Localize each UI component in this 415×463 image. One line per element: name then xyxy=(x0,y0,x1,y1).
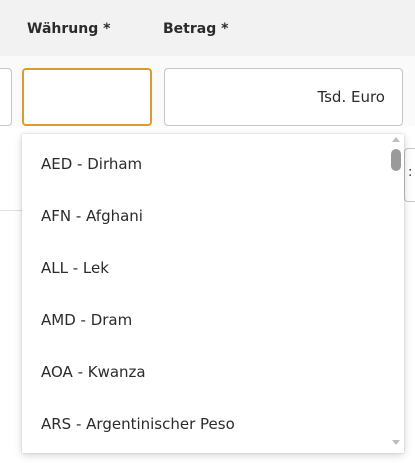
amount-field[interactable]: Tsd. Euro xyxy=(164,68,403,126)
scrollbar-thumb[interactable] xyxy=(391,149,401,171)
currency-option[interactable]: ARS - Argentinischer Peso xyxy=(22,398,388,450)
next-field-fragment: : xyxy=(408,165,413,180)
scroll-up-arrow-icon[interactable] xyxy=(392,137,400,142)
currency-dropdown-list[interactable]: AED - Dirham AFN - Afghani ALL - Lek AMD… xyxy=(22,134,404,453)
currency-option[interactable]: ALL - Lek xyxy=(22,242,388,294)
currency-option[interactable]: AFN - Afghani xyxy=(22,190,388,242)
amount-column-label: Betrag * xyxy=(163,21,229,37)
currency-option[interactable]: AOA - Kwanza xyxy=(22,346,388,398)
dropdown-scrollbar[interactable] xyxy=(388,134,404,453)
page: Währung * Betrag * Tsd. Euro : AED - Dir… xyxy=(0,0,415,463)
currency-option[interactable]: AED - Dirham xyxy=(22,138,388,190)
table-header: Währung * Betrag * xyxy=(0,0,415,56)
scroll-down-arrow-icon[interactable] xyxy=(392,440,400,445)
divider xyxy=(0,210,22,211)
next-field-edge[interactable]: : xyxy=(404,148,415,202)
currency-input[interactable] xyxy=(22,68,152,126)
currency-column-label: Währung * xyxy=(27,21,111,37)
currency-option[interactable]: AMD - Dram xyxy=(22,294,388,346)
previous-field-edge[interactable] xyxy=(0,68,12,126)
amount-unit-label: Tsd. Euro xyxy=(317,88,385,106)
